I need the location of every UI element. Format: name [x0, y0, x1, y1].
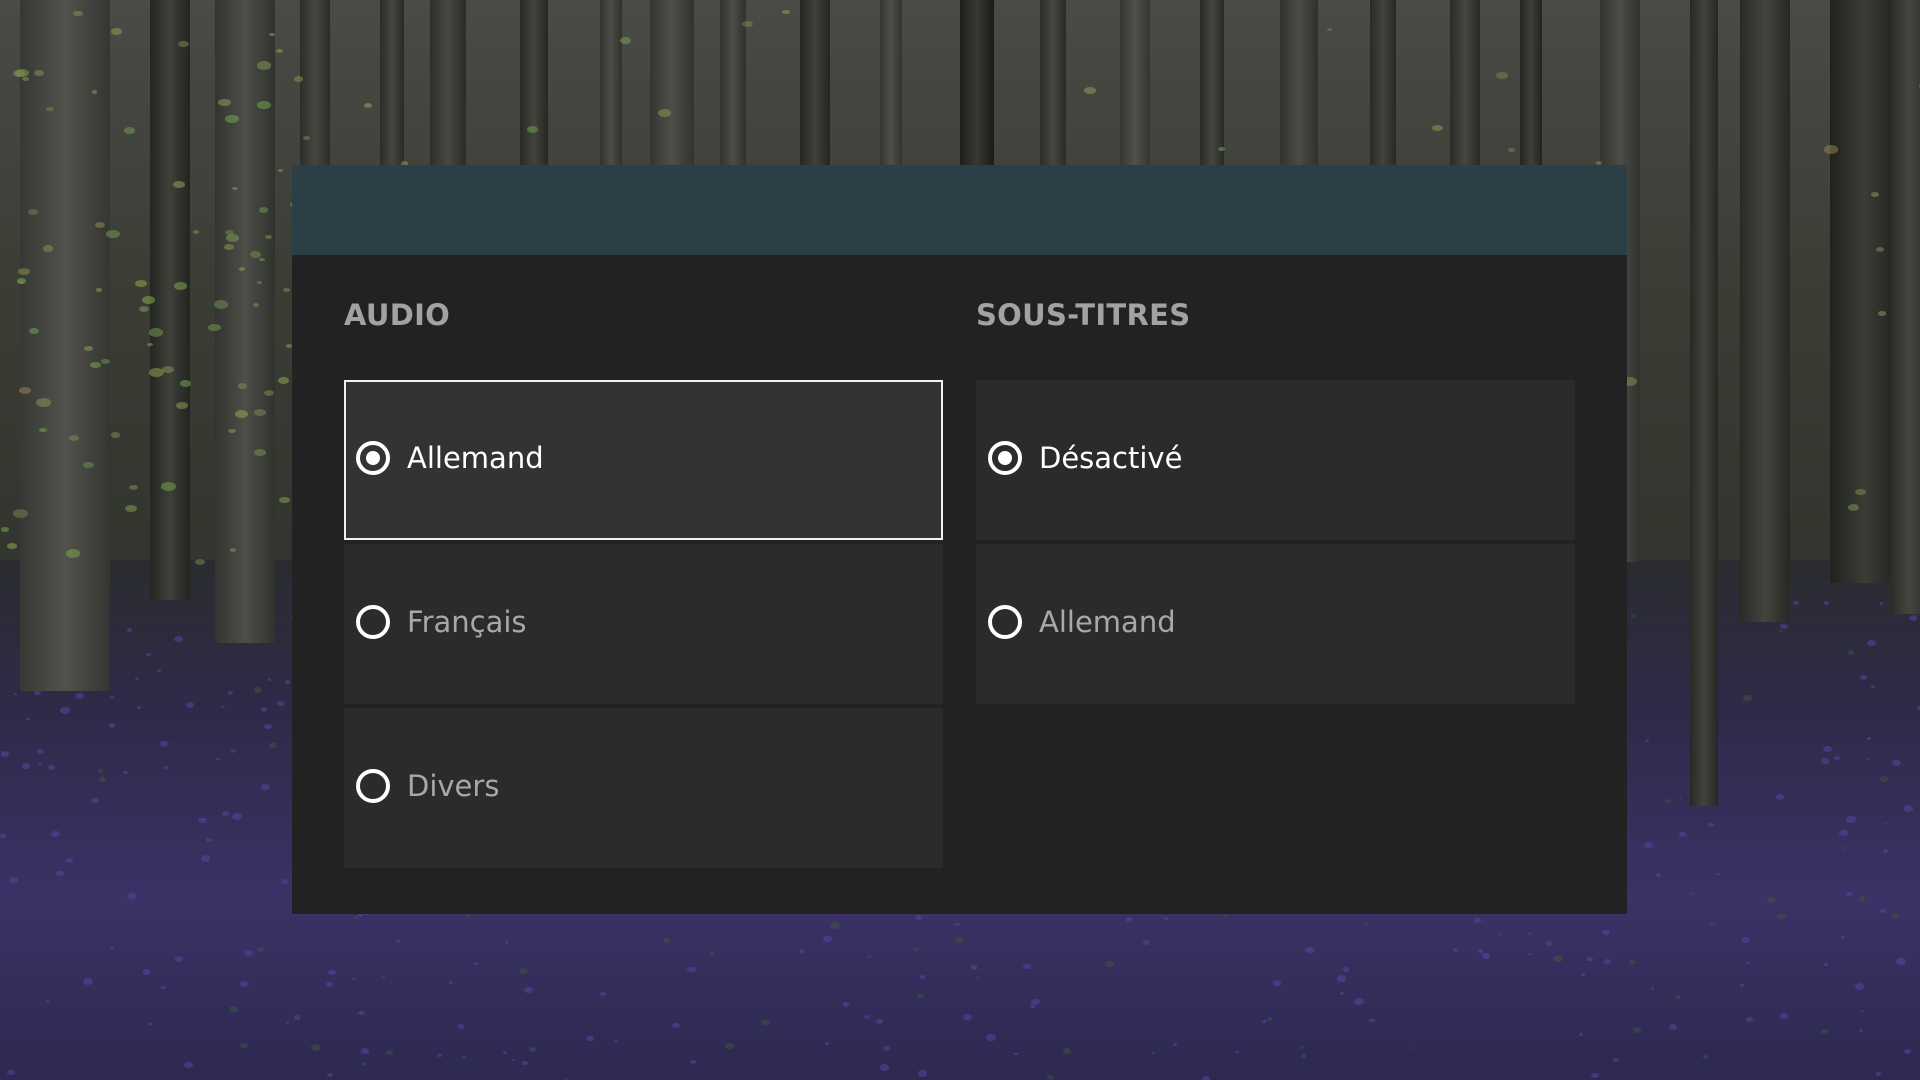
audio-option-label: Français — [407, 605, 527, 639]
audio-option-divers[interactable]: Divers — [344, 708, 943, 868]
radio-unselected-icon — [356, 769, 390, 803]
dialog-header — [292, 165, 1627, 255]
audio-option-label: Divers — [407, 769, 500, 803]
audio-option-allemand[interactable]: Allemand — [344, 380, 943, 540]
subtitle-option-desactive[interactable]: Désactivé — [976, 380, 1575, 540]
radio-selected-icon — [988, 441, 1022, 475]
subtitle-option-label: Désactivé — [1039, 441, 1183, 475]
subtitle-option-label: Allemand — [1039, 605, 1176, 639]
audio-option-francais[interactable]: Français — [344, 544, 943, 704]
dialog-body: AUDIO Allemand Français Divers SOUS-TITR… — [292, 255, 1627, 914]
audio-option-label: Allemand — [407, 441, 544, 475]
radio-selected-icon — [356, 441, 390, 475]
subtitle-option-allemand[interactable]: Allemand — [976, 544, 1575, 704]
radio-unselected-icon — [356, 605, 390, 639]
audio-heading: AUDIO — [344, 298, 451, 332]
radio-unselected-icon — [988, 605, 1022, 639]
audio-subtitles-dialog: AUDIO Allemand Français Divers SOUS-TITR… — [292, 165, 1627, 914]
subtitles-heading: SOUS-TITRES — [976, 298, 1191, 332]
